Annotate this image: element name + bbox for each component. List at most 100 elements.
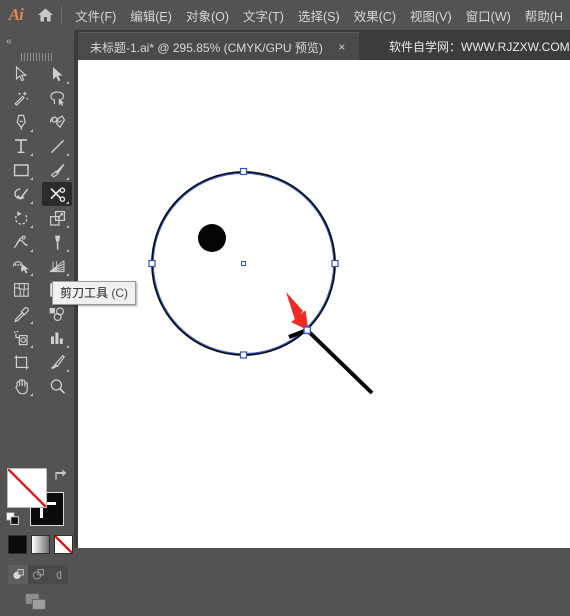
- tool-grid: [0, 62, 74, 398]
- flyout-indicator-icon: [30, 249, 33, 252]
- swap-fill-stroke-icon[interactable]: [52, 467, 68, 483]
- flyout-indicator-icon: [30, 177, 33, 180]
- lasso-tool[interactable]: [42, 86, 72, 110]
- mesh-tool[interactable]: [6, 278, 36, 302]
- type-tool[interactable]: [6, 134, 36, 158]
- document-tab[interactable]: 未标题-1.ai* @ 295.85% (CMYK/GPU 预览) ×: [78, 32, 359, 61]
- tool-row: [0, 62, 74, 86]
- anchor-top[interactable]: [239, 167, 248, 176]
- flyout-indicator-icon: [30, 129, 33, 132]
- rotate-tool[interactable]: [6, 206, 36, 230]
- menu-bar: Ai 文件(F) 编辑(E) 对象(O) 文字(T) 选择(S) 效果(C) 视…: [0, 0, 570, 30]
- change-screen-mode-icon[interactable]: [25, 593, 51, 611]
- tool-row: [0, 86, 74, 110]
- flyout-indicator-icon: [66, 201, 69, 204]
- anchor-center: [241, 261, 246, 266]
- shaper-tool[interactable]: [6, 182, 36, 206]
- anchor-cut[interactable]: [303, 326, 312, 335]
- menu-item-object[interactable]: 对象(O): [179, 0, 236, 30]
- app-logo: Ai: [8, 5, 24, 24]
- scale-tool[interactable]: [42, 206, 72, 230]
- document-canvas[interactable]: [78, 60, 570, 548]
- magic-wand-tool[interactable]: [6, 86, 36, 110]
- perspective-grid-tool[interactable]: [42, 254, 72, 278]
- symbol-sprayer-tool[interactable]: [6, 326, 36, 350]
- tool-row: [0, 302, 74, 326]
- tool-row: [0, 326, 74, 350]
- flyout-indicator-icon: [30, 321, 33, 324]
- tool-panel-grip[interactable]: [21, 53, 53, 61]
- pen-tool[interactable]: [6, 110, 36, 134]
- tool-row: [0, 134, 74, 158]
- menu-item-select[interactable]: 选择(S): [291, 0, 347, 30]
- flyout-indicator-icon: [66, 273, 69, 276]
- blend-tool[interactable]: [42, 302, 72, 326]
- menu-item-file[interactable]: 文件(F): [68, 0, 123, 30]
- anchor-bottom[interactable]: [239, 351, 248, 359]
- color-mode-button[interactable]: [8, 535, 27, 554]
- anchor-right[interactable]: [331, 259, 339, 268]
- flyout-indicator-icon: [66, 81, 69, 84]
- color-mode-row: [8, 535, 73, 554]
- menu-item-view[interactable]: 视图(V): [403, 0, 459, 30]
- flyout-indicator-icon: [66, 225, 69, 228]
- draw-inside-mode-button[interactable]: [48, 565, 68, 584]
- watermark-text: 软件自学网：WWW.RJZXW.COM: [389, 39, 570, 54]
- tool-tooltip: 剪刀工具 (C): [52, 281, 137, 305]
- tooltip-shortcut: (C): [111, 286, 129, 300]
- direct-selection-tool[interactable]: [42, 62, 72, 86]
- collapse-panel-icon[interactable]: «: [6, 37, 11, 47]
- draw-behind-mode-button[interactable]: [28, 565, 48, 584]
- color-controls: [0, 465, 74, 611]
- menu-item-edit[interactable]: 编辑(E): [123, 0, 179, 30]
- menu-divider: [61, 6, 63, 24]
- selection-tool[interactable]: [6, 62, 36, 86]
- scissors-tool[interactable]: [42, 182, 72, 206]
- tool-row: [0, 182, 74, 206]
- default-fill-stroke-icon[interactable]: [6, 512, 20, 526]
- paintbrush-tool[interactable]: [42, 158, 72, 182]
- fill-swatch[interactable]: [7, 468, 47, 508]
- column-graph-tool[interactable]: [42, 326, 72, 350]
- artboard-tool[interactable]: [6, 350, 36, 374]
- close-icon[interactable]: ×: [335, 40, 349, 54]
- tool-row: [0, 206, 74, 230]
- draw-mode-row: [8, 565, 68, 584]
- eyedropper-tool[interactable]: [6, 302, 36, 326]
- none-slash-icon: [8, 469, 46, 507]
- document-tab-bar: « 未标题-1.ai* @ 295.85% (CMYK/GPU 预览) × 软件…: [0, 30, 570, 61]
- hand-tool[interactable]: [6, 374, 36, 398]
- draw-normal-mode-button[interactable]: [8, 565, 28, 584]
- anchor-left[interactable]: [148, 259, 156, 268]
- tool-row: [0, 350, 74, 374]
- flyout-indicator-icon: [66, 153, 69, 156]
- flyout-indicator-icon: [30, 153, 33, 156]
- flyout-indicator-icon: [30, 273, 33, 276]
- menu-item-window[interactable]: 窗口(W): [459, 0, 518, 30]
- menu-item-type[interactable]: 文字(T): [236, 0, 291, 30]
- flyout-indicator-icon: [66, 345, 69, 348]
- slice-tool[interactable]: [42, 350, 72, 374]
- menu-item-effect[interactable]: 效果(C): [347, 0, 403, 30]
- shape-builder-tool[interactable]: [6, 254, 36, 278]
- free-transform-tool[interactable]: [42, 230, 72, 254]
- none-mode-button[interactable]: [54, 535, 73, 554]
- cut-line-path[interactable]: [288, 327, 374, 395]
- rectangle-tool[interactable]: [6, 158, 36, 182]
- curvature-tool[interactable]: [42, 110, 72, 134]
- zoom-tool[interactable]: [42, 374, 72, 398]
- filled-dot[interactable]: [198, 224, 226, 252]
- flyout-indicator-icon: [30, 393, 33, 396]
- line-segment-tool[interactable]: [42, 134, 72, 158]
- home-icon[interactable]: [32, 0, 60, 30]
- tool-row: [0, 158, 74, 182]
- flyout-indicator-icon: [66, 177, 69, 180]
- flyout-indicator-icon: [66, 249, 69, 252]
- flyout-indicator-icon: [30, 225, 33, 228]
- tool-row: [0, 254, 74, 278]
- illustrator-window: Ai 文件(F) 编辑(E) 对象(O) 文字(T) 选择(S) 效果(C) 视…: [0, 0, 570, 610]
- menu-item-help[interactable]: 帮助(H: [518, 0, 570, 30]
- gradient-mode-button[interactable]: [31, 535, 50, 554]
- tool-row: [0, 374, 74, 398]
- width-tool[interactable]: [6, 230, 36, 254]
